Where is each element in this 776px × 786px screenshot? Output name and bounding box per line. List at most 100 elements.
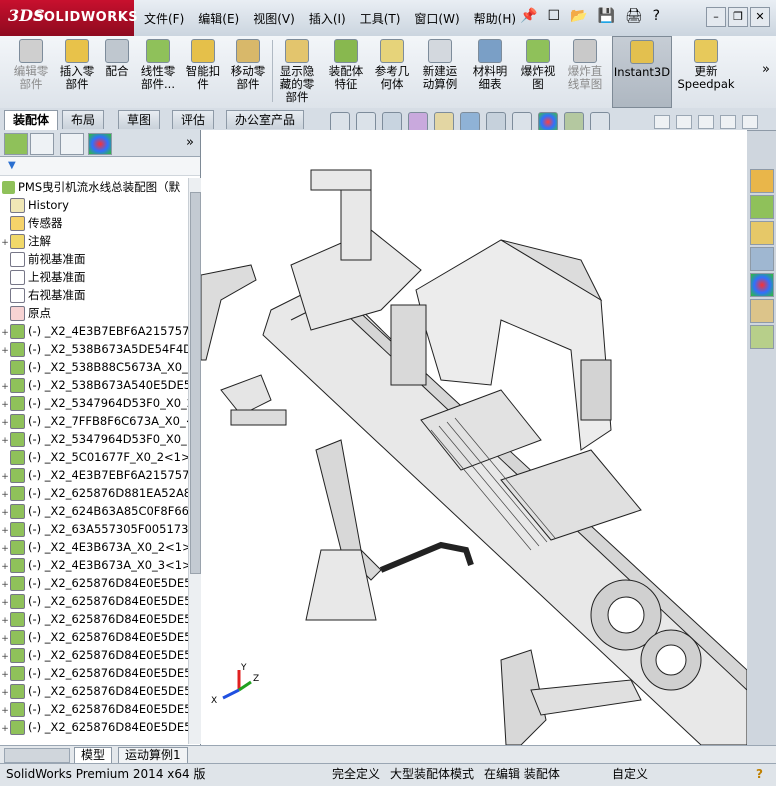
pin-icon[interactable]: 📌	[520, 8, 537, 24]
menu-view[interactable]: 视图(V)	[253, 10, 295, 27]
menu-insert[interactable]: 插入(I)	[309, 10, 346, 27]
move-component-button[interactable]: 移动零 部件	[226, 36, 270, 106]
viewport-split-icon[interactable]	[654, 115, 670, 129]
file-explorer-icon[interactable]	[750, 221, 774, 245]
tree-item[interactable]: + (-) _X2_624B63A85C0F8F66_	[0, 502, 188, 520]
display-style-icon[interactable]	[486, 112, 506, 132]
scrollbar-thumb[interactable]	[190, 192, 201, 574]
dynamic-annotation-icon[interactable]	[434, 112, 454, 132]
tree-item[interactable]: + (-) _X2_4E3B7EBF6A215757_	[0, 322, 188, 340]
tree-item[interactable]: + (-) _X2_625876D84E0E5DE54	[0, 592, 188, 610]
propertymanager-tab-icon[interactable]	[30, 133, 54, 155]
appearance-tab-icon[interactable]	[88, 133, 112, 155]
zoom-to-fit-icon[interactable]	[330, 112, 350, 132]
close-button[interactable]: ✕	[750, 7, 770, 27]
hide-show-items-icon[interactable]	[512, 112, 532, 132]
edit-component-button[interactable]: 编辑零 部件	[6, 36, 56, 106]
graphics-area[interactable]: Y X Z	[201, 130, 747, 745]
insert-component-button[interactable]: 插入零 部件	[56, 36, 98, 106]
tree-item[interactable]: + (-) _X2_625876D84E0E5DE54	[0, 664, 188, 682]
tree-item[interactable]: + (-) _X2_4E3B7EBF6A215757_	[0, 466, 188, 484]
show-hidden-components-button[interactable]: 显示隐 藏的零 部件	[274, 36, 320, 106]
tree-item[interactable]: 右视基准面	[0, 286, 188, 304]
view-settings-icon[interactable]	[590, 112, 610, 132]
viewport-restore-icon[interactable]	[676, 115, 692, 129]
tree-item[interactable]: 传感器	[0, 214, 188, 232]
tree-item[interactable]: + (-) _X2_4E3B673A_X0_3<1>	[0, 556, 188, 574]
update-speedpak-button[interactable]: 更新 Speedpak	[676, 36, 736, 106]
reference-geometry-button[interactable]: 参考几 何体	[370, 36, 414, 106]
tree-item[interactable]: + (-) _X2_7FFB8F6C673A_X0_<	[0, 412, 188, 430]
apply-scene-icon[interactable]	[564, 112, 584, 132]
edit-appearance-icon[interactable]	[538, 112, 558, 132]
mate-button[interactable]: 配合	[100, 36, 134, 106]
previous-view-icon[interactable]	[382, 112, 402, 132]
tree-item[interactable]: + (-) _X2_63A557305F0051736	[0, 520, 188, 538]
tree-item[interactable]: + (-) _X2_625876D881EA52A87	[0, 484, 188, 502]
viewport-close-icon[interactable]	[742, 115, 758, 129]
tab-office-products[interactable]: 办公室产品	[226, 110, 305, 129]
menu-file[interactable]: 文件(F)	[144, 10, 184, 27]
tree-filter[interactable]: ▼	[0, 157, 200, 176]
tree-item[interactable]: (-) _X2_538B88C5673A_X0_<	[0, 358, 188, 376]
exploded-view-button[interactable]: 爆炸视 图	[516, 36, 560, 106]
tree-item[interactable]: + (-) _X2_538B673A5DE54F4D6	[0, 340, 188, 358]
design-library-icon[interactable]	[750, 195, 774, 219]
viewport-maximize-icon[interactable]	[720, 115, 736, 129]
ribbon-more-button[interactable]: »	[762, 62, 770, 77]
featuremanager-tab-icon[interactable]	[4, 133, 28, 155]
view-orientation-icon[interactable]	[460, 112, 480, 132]
view-palette-icon[interactable]	[750, 247, 774, 271]
tree-item[interactable]: + (-) _X2_4E3B673A_X0_2<1>	[0, 538, 188, 556]
tree-root[interactable]: PMS曳引机流水线总装配图（默	[0, 178, 188, 196]
explode-line-sketch-button[interactable]: 爆炸直 线草图	[562, 36, 608, 106]
help-icon[interactable]: ?	[653, 8, 660, 24]
open-icon[interactable]: 📂	[570, 8, 587, 24]
tab-model[interactable]: 模型	[74, 747, 113, 764]
instant3d-button[interactable]: Instant3D	[612, 36, 672, 108]
tree-item[interactable]: + (-) _X2_625876D84E0E5DE54	[0, 646, 188, 664]
forum-icon[interactable]	[750, 325, 774, 349]
new-document-icon[interactable]: ☐	[547, 8, 560, 24]
tree-item[interactable]: + (-) _X2_5347964D53F0_X0_2	[0, 394, 188, 412]
tree-scrollbar[interactable]	[188, 178, 201, 744]
zoom-area-icon[interactable]	[356, 112, 376, 132]
tree-item[interactable]: + (-) _X2_625876D84E0E5DE54	[0, 610, 188, 628]
tree-item[interactable]: + (-) _X2_5347964D53F0_X0_1	[0, 430, 188, 448]
menu-help[interactable]: 帮助(H)	[474, 10, 516, 27]
save-icon[interactable]: 💾	[597, 8, 614, 24]
tree-item[interactable]: 原点	[0, 304, 188, 322]
tree-item[interactable]: + 注解	[0, 232, 188, 250]
tab-scroll-buttons[interactable]	[4, 748, 70, 763]
solidworks-logo[interactable]: 3DS SOLIDWORKS	[0, 0, 138, 36]
tab-assembly[interactable]: 装配体	[4, 110, 59, 131]
tab-sketch[interactable]: 草图	[118, 110, 161, 129]
tree-item[interactable]: + (-) _X2_625876D84E0E5DE54	[0, 574, 188, 592]
tree-item[interactable]: + (-) _X2_625876D84E0E5DE54	[0, 718, 188, 736]
tree-item[interactable]: 上视基准面	[0, 268, 188, 286]
tree-item[interactable]: + (-) _X2_625876D84E0E5DE54	[0, 682, 188, 700]
restore-button[interactable]: ❐	[728, 7, 748, 27]
tree-item[interactable]: History	[0, 196, 188, 214]
tree-item[interactable]: 前视基准面	[0, 250, 188, 268]
appearances-icon[interactable]	[750, 273, 774, 297]
help-icon[interactable]: ?	[756, 764, 763, 785]
linear-pattern-button[interactable]: 线性零 部件...	[136, 36, 180, 106]
print-icon[interactable]: 🖨	[625, 8, 643, 24]
units-dropdown[interactable]: 自定义	[612, 764, 648, 785]
section-view-icon[interactable]	[408, 112, 428, 132]
menu-edit[interactable]: 编辑(E)	[198, 10, 239, 27]
smart-fasteners-button[interactable]: 智能扣 件	[182, 36, 224, 106]
expand-toggle-icon[interactable]: +	[0, 720, 10, 738]
tree-item[interactable]: (-) _X2_5C01677F_X0_2<1>	[0, 448, 188, 466]
assembly-features-button[interactable]: 装配体 特征	[324, 36, 368, 106]
menu-window[interactable]: 窗口(W)	[414, 10, 459, 27]
configurationmanager-tab-icon[interactable]	[60, 133, 84, 155]
solidworks-resources-icon[interactable]	[750, 169, 774, 193]
panel-more-button[interactable]: »	[186, 135, 194, 150]
new-motion-study-button[interactable]: 新建运 动算例	[418, 36, 462, 106]
tab-motion-study-1[interactable]: 运动算例1	[118, 747, 188, 764]
filter-icon[interactable]: ▼	[8, 160, 16, 171]
tree-item[interactable]: + (-) _X2_625876D84E0E5DE54	[0, 700, 188, 718]
bill-of-materials-button[interactable]: 材料明 细表	[468, 36, 512, 106]
